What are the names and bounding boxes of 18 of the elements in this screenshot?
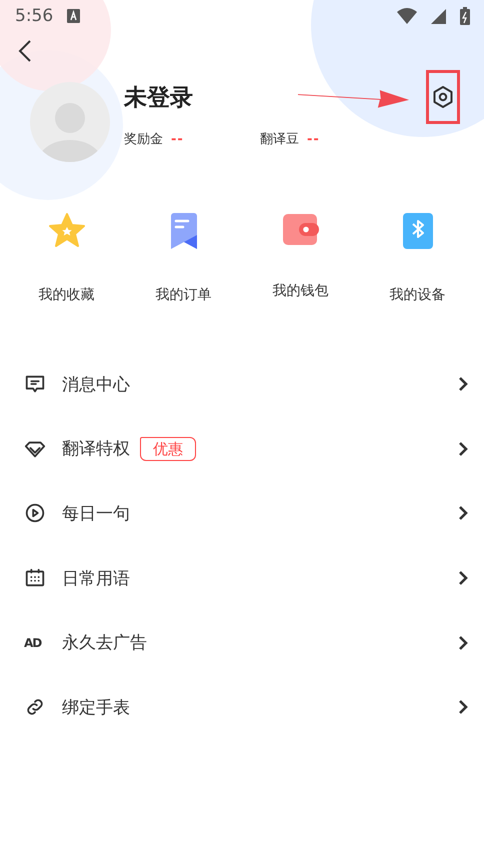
menu-item[interactable]: 绑定手表: [62, 696, 130, 719]
status-time: 5:56: [15, 6, 54, 26]
menu-item[interactable]: 日常用语: [62, 566, 130, 590]
shortcut-label[interactable]: 我的收藏: [38, 286, 94, 304]
menu-item[interactable]: 消息中心: [62, 372, 130, 396]
login-status[interactable]: 未登录: [124, 82, 193, 112]
promo-badge: 优惠: [140, 436, 196, 461]
stat-value: --: [171, 132, 184, 146]
shortcut-label[interactable]: 我的订单: [156, 286, 212, 304]
menu-item[interactable]: 永久去广告: [62, 631, 147, 654]
stat-value: --: [307, 132, 320, 146]
stat-label: 奖励金: [124, 131, 163, 148]
menu-item[interactable]: 翻译特权: [62, 437, 130, 460]
shortcut-label[interactable]: 我的设备: [390, 286, 446, 304]
menu-item[interactable]: 每日一句: [62, 502, 130, 525]
shortcut-label[interactable]: 我的钱包: [272, 282, 328, 300]
stat-label: 翻译豆: [260, 131, 299, 148]
ad-icon: AD: [24, 636, 46, 650]
